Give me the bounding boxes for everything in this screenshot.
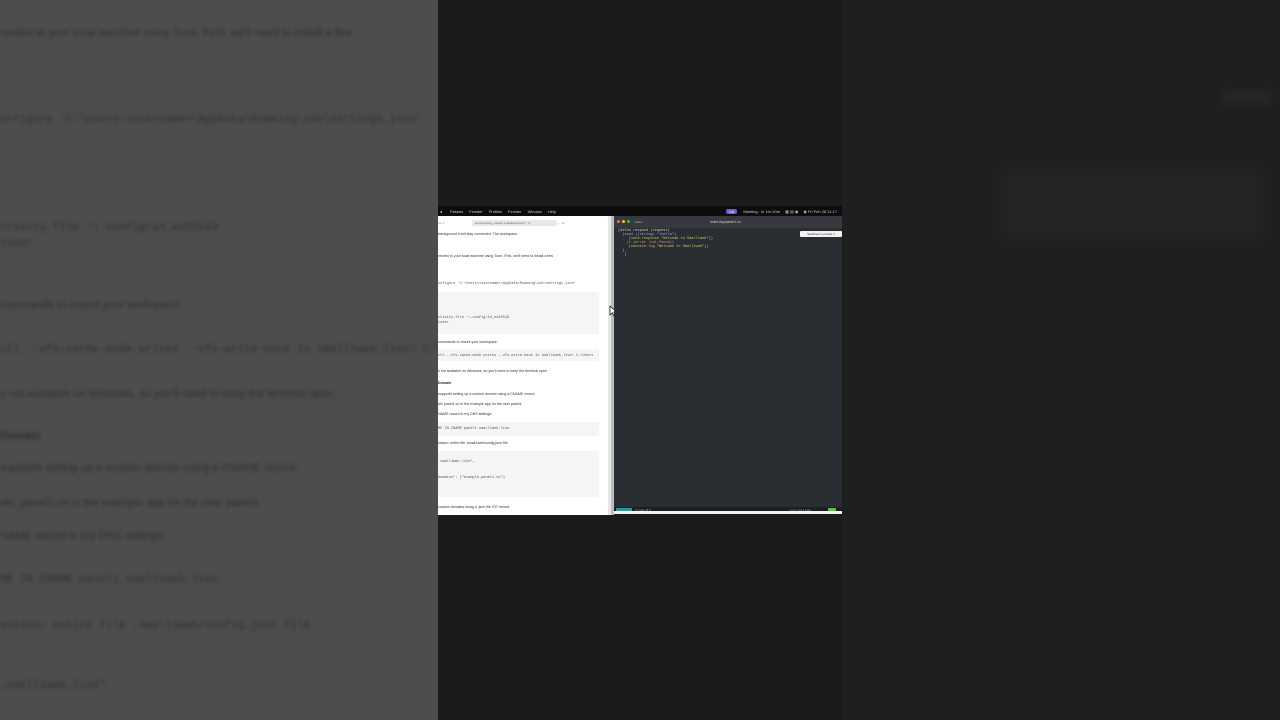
- apple-menu-icon[interactable]: ●: [440, 209, 444, 214]
- backdrop-line: ME IN CNAME panel1.small1web.live.: [0, 574, 225, 586]
- menu-item[interactable]: Fenster: [508, 209, 522, 214]
- menubar-status-meeting[interactable]: Meeting · in 1hr 20m: [743, 209, 780, 214]
- doc-line: ctl --vfs-cache-mode writes --vfs-write-…: [438, 354, 594, 358]
- backdrop-shape: [1002, 170, 1262, 240]
- menubar-status-icons[interactable]: ▦ ▤ ◉: [785, 209, 798, 214]
- menu-item[interactable]: Profiles: [489, 209, 502, 214]
- editor-bottom-edge: [614, 511, 842, 514]
- doc-line: ain panel1.vo in the example app for the…: [438, 402, 522, 406]
- backdrop-line: nected to your local machine using Tunn.…: [0, 27, 352, 39]
- minimize-window-icon[interactable]: [622, 220, 625, 223]
- backdrop-line: s not available on Windows, so you'll ne…: [0, 388, 334, 400]
- menu-item[interactable]: Window: [528, 209, 542, 214]
- backdrop-line: supports setting up a custom domain usin…: [0, 462, 299, 474]
- doc-line: onfigure 'C:\Users\<username>\AppData\Ro…: [438, 282, 577, 286]
- doc-line: ME IN CNAME panel1.small1web.live.: [438, 427, 512, 431]
- menu-item[interactable]: Fenster: [469, 209, 483, 214]
- doc-heading: Domain: [438, 381, 452, 385]
- editor-titlebar: index index.lisp/panel1.vo: [614, 216, 842, 228]
- doc-line: domains": ["example.panel1.vo"]: [438, 476, 505, 480]
- doc-line: nected to your local machine using Tunn.…: [438, 254, 553, 258]
- menu-item[interactable]: Passes: [450, 209, 463, 214]
- menubar-clock[interactable]: ◉ Fri Feb 28 11:17: [803, 209, 837, 214]
- close-window-icon[interactable]: [617, 220, 620, 223]
- zoom-window-icon[interactable]: [627, 220, 630, 223]
- editor-window-title: index.lisp/panel1.vo: [710, 220, 741, 224]
- menu-item[interactable]: Help: [548, 209, 556, 214]
- backdrop-line: NAME record in my DNS settings:: [0, 530, 166, 542]
- backdrop-shape: [1222, 90, 1272, 104]
- notification-popup[interactable]: Switched to pocket ×: [800, 231, 842, 237]
- doc-line: background it will stay connected. The w…: [438, 232, 519, 236]
- blurred-backdrop-right: [842, 0, 1280, 720]
- backdrop-line: ctivity-file ~\.config\id_ed25519: [0, 222, 218, 234]
- status-badge[interactable]: OA: [725, 208, 738, 214]
- backdrop-line: ain_panel1.vo in the example app for the…: [0, 497, 260, 509]
- backdrop-line: onfigure 'C:\Users\<username>\AppData\Ro…: [0, 114, 423, 126]
- backdrop-line: .small1web.live": [0, 680, 106, 692]
- editor-window: index index.lisp/panel1.vo Switched to p…: [614, 216, 842, 514]
- menu-bar: ● Passes Fenster Profiles Fenster Window…: [438, 206, 842, 216]
- code-block: [438, 292, 599, 334]
- browser-toolbar-icons[interactable]: ⋯ ⊞: [558, 221, 564, 225]
- doc-line: .small1web.live",: [438, 460, 475, 464]
- backdrop-line: commands to mount your workspace:: [0, 299, 183, 311]
- browser-nav-icons[interactable]: ◂ ▸ ⟳: [438, 221, 445, 225]
- doc-line: NAME record in my DNS settings:: [438, 412, 493, 416]
- browser-window: ◂ ▸ ⟳ summarizing_panel1.small1web.live/…: [438, 216, 611, 515]
- code-line[interactable]: ): [618, 253, 626, 257]
- code-line[interactable]: (console.log "Welcome to Small1web")): [618, 245, 709, 249]
- doc-line: commands to mount your workspace:: [438, 340, 498, 344]
- doc-line: ctivity-file ~\.config\id_ed25519: [438, 316, 510, 320]
- doc-line: custom domains using a .json file *DT re…: [438, 505, 510, 509]
- backdrop-line: ctl --vfs-cache-mode writes --vfs-write-…: [0, 344, 438, 356]
- editor-tab[interactable]: index: [635, 220, 642, 224]
- backdrop-line: Domain: [0, 430, 41, 442]
- blurred-backdrop-left: nected to your local machine using Tunn.…: [0, 0, 438, 720]
- backdrop-line: ession: entire file .small1web/config.js…: [0, 620, 311, 632]
- doc-line: s not available on Windows, so you'll ne…: [438, 369, 547, 373]
- backdrop-line: tuser: [0, 238, 34, 250]
- doc-line: supports setting up a custom domain usin…: [438, 392, 536, 396]
- doc-line: ession: entire file .small1web/config.js…: [438, 441, 508, 445]
- doc-line: tuser: [438, 321, 449, 325]
- code-block: [438, 451, 599, 497]
- url-bar[interactable]: summarizing_panel1.small1web.live/?.. ✕: [472, 220, 557, 226]
